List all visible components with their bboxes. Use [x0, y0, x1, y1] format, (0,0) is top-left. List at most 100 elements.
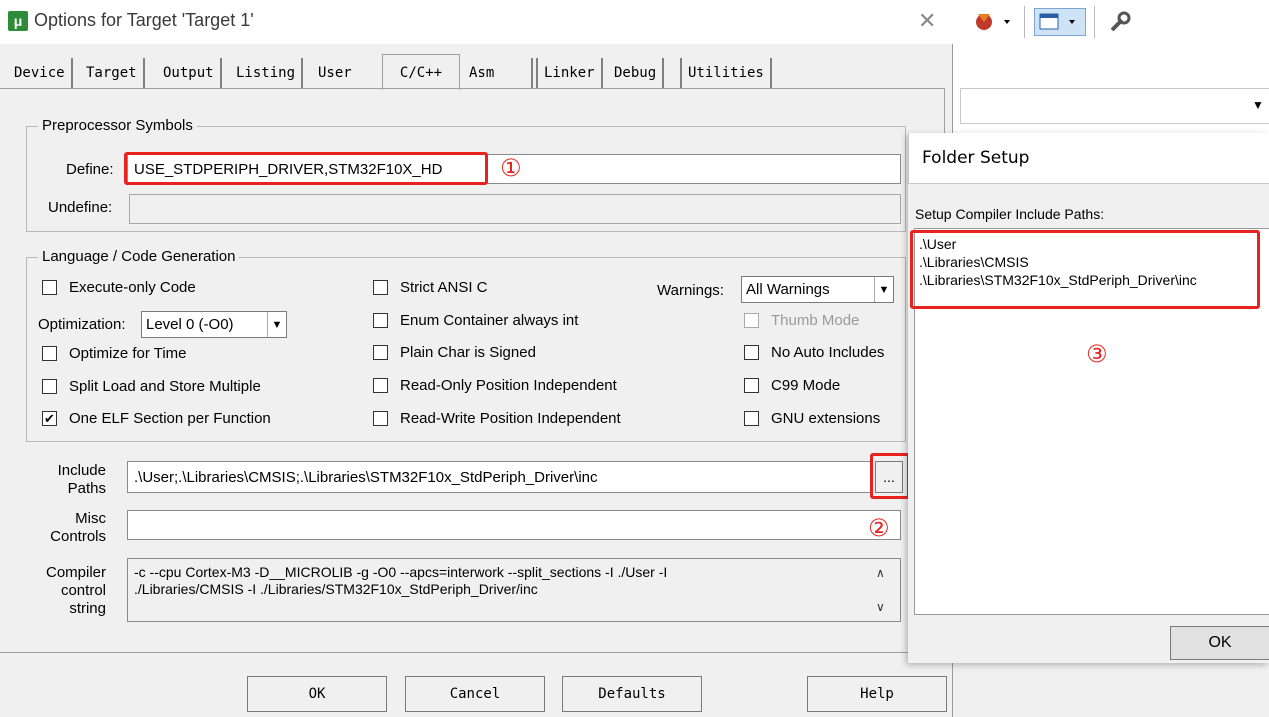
- highlight-folder-paths: [910, 230, 1260, 309]
- tab-output[interactable]: Output: [157, 58, 222, 88]
- tab-debug[interactable]: Debug: [608, 58, 665, 88]
- compiler-label-line: Compiler: [45, 564, 106, 581]
- one-elf-checkbox[interactable]: ✔ One ELF Section per Function: [42, 410, 271, 427]
- annotation-3: ③: [1086, 340, 1108, 368]
- compiler-label-line: control: [60, 582, 106, 599]
- warnings-select[interactable]: All Warnings ▼: [741, 276, 894, 303]
- checkbox-label: GNU extensions: [771, 410, 881, 427]
- checkbox-label: Enum Container always int: [400, 312, 579, 329]
- window-layout-button[interactable]: [1034, 8, 1086, 36]
- warnings-value: All Warnings: [746, 281, 830, 298]
- compiler-string-line: -c --cpu Cortex-M3 -D__MICROLIB -g -O0 -…: [134, 564, 668, 580]
- plain-char-checkbox[interactable]: Plain Char is Signed: [373, 344, 536, 361]
- manage-components-icon: [976, 14, 1010, 30]
- checkbox-label: Thumb Mode: [771, 312, 860, 329]
- chevron-down-icon: ▼: [267, 312, 286, 337]
- checkbox-label: Strict ANSI C: [400, 279, 488, 296]
- ropi-checkbox[interactable]: Read-Only Position Independent: [373, 377, 617, 394]
- compiler-label-line: string: [69, 600, 106, 617]
- execute-only-checkbox[interactable]: Execute-only Code: [42, 279, 196, 296]
- misc-controls-label: Misc Controls: [40, 510, 106, 546]
- compiler-string-line: ./Libraries/CMSIS -I ./Libraries/STM32F1…: [134, 581, 538, 597]
- tab-c-cpp[interactable]: C/C++: [382, 54, 460, 90]
- preprocessor-group-label: Preprocessor Symbols: [38, 117, 197, 134]
- codegen-group-label: Language / Code Generation: [38, 248, 240, 265]
- checkbox-box: [42, 280, 57, 295]
- highlight-define: [124, 152, 488, 185]
- optimization-label: Optimization:: [38, 316, 126, 333]
- checkbox-label: One ELF Section per Function: [69, 410, 271, 427]
- undefine-label: Undefine:: [48, 199, 113, 216]
- combo-arrow-icon: ▼: [1252, 98, 1264, 112]
- cancel-button[interactable]: Cancel: [405, 676, 545, 712]
- optimize-time-checkbox[interactable]: Optimize for Time: [42, 345, 187, 362]
- tab-linker[interactable]: Linker: [536, 58, 603, 88]
- keil-logo-icon: μ: [8, 11, 28, 31]
- checkbox-label: Split Load and Store Multiple: [69, 378, 261, 395]
- misc-label-line: Controls: [50, 528, 106, 545]
- tab-target[interactable]: Target: [80, 58, 145, 88]
- include-paths-label: Include Paths: [40, 462, 106, 498]
- checkbox-label: Optimize for Time: [69, 345, 187, 362]
- checkbox-box: [373, 411, 388, 426]
- checkbox-label: Plain Char is Signed: [400, 344, 536, 361]
- misc-label-line: Misc: [75, 510, 106, 527]
- dialog-title: Options for Target 'Target 1': [34, 10, 254, 30]
- annotation-1: ①: [500, 154, 522, 182]
- strict-ansi-checkbox[interactable]: Strict ANSI C: [373, 279, 488, 296]
- wrench-icon: [1110, 11, 1131, 32]
- checkbox-box: [373, 378, 388, 393]
- window-layout-icon: [1039, 13, 1075, 30]
- undefine-input: [129, 194, 901, 224]
- checkbox-box: [744, 313, 759, 328]
- scroll-up-icon[interactable]: ∧: [876, 566, 885, 580]
- chevron-down-icon: ▼: [874, 277, 893, 302]
- tab-listing[interactable]: Listing: [230, 58, 304, 88]
- include-label-line: Paths: [67, 480, 106, 497]
- checkbox-box: [744, 411, 759, 426]
- ide-output-area: [952, 660, 1269, 717]
- toolbar-separator: [1024, 6, 1025, 38]
- tab-device[interactable]: Device: [8, 58, 73, 88]
- include-paths-list-label: Setup Compiler Include Paths:: [915, 206, 1105, 222]
- debug-toolbar-button[interactable]: [968, 8, 1016, 36]
- c99-mode-checkbox[interactable]: C99 Mode: [744, 377, 840, 394]
- close-icon[interactable]: ✕: [918, 8, 936, 34]
- rwpi-checkbox[interactable]: Read-Write Position Independent: [373, 410, 621, 427]
- tab-asm[interactable]: Asm: [463, 58, 533, 88]
- checkbox-box: [42, 379, 57, 394]
- scroll-down-icon[interactable]: ∨: [876, 600, 885, 614]
- checkbox-label: Execute-only Code: [69, 279, 196, 296]
- optimization-value: Level 0 (-O0): [146, 316, 234, 333]
- checkbox-label: C99 Mode: [771, 377, 841, 394]
- checkbox-label: No Auto Includes: [771, 344, 885, 361]
- compiler-control-label: Compiler control string: [36, 564, 106, 618]
- configure-button[interactable]: [1100, 8, 1140, 36]
- no-auto-includes-checkbox[interactable]: No Auto Includes: [744, 344, 884, 361]
- thumb-mode-checkbox: Thumb Mode: [744, 312, 859, 329]
- tab-utilities[interactable]: Utilities: [680, 58, 772, 88]
- gnu-extensions-checkbox[interactable]: GNU extensions: [744, 410, 880, 427]
- background-combo[interactable]: [960, 88, 1269, 124]
- enum-container-checkbox[interactable]: Enum Container always int: [373, 312, 578, 329]
- tab-user[interactable]: User: [312, 58, 358, 88]
- highlight-browse: [870, 453, 910, 499]
- annotation-2: ②: [868, 514, 890, 542]
- compiler-control-string: -c --cpu Cortex-M3 -D__MICROLIB -g -O0 -…: [127, 558, 901, 622]
- checkbox-box: [373, 280, 388, 295]
- check-icon: ✔: [42, 411, 57, 426]
- ok-button[interactable]: OK: [247, 676, 387, 712]
- optimization-select[interactable]: Level 0 (-O0) ▼: [141, 311, 287, 338]
- defaults-button[interactable]: Defaults: [562, 676, 702, 712]
- misc-controls-input[interactable]: [127, 510, 901, 540]
- split-load-checkbox[interactable]: Split Load and Store Multiple: [42, 378, 261, 395]
- checkbox-box: [373, 345, 388, 360]
- checkbox-box: [744, 345, 759, 360]
- toolbar-separator: [1094, 6, 1095, 38]
- include-paths-input[interactable]: .\User;.\Libraries\CMSIS;.\Libraries\STM…: [127, 461, 871, 493]
- folder-setup-ok-button[interactable]: OK: [1170, 626, 1269, 660]
- checkbox-box: [42, 346, 57, 361]
- warnings-label: Warnings:: [657, 282, 724, 299]
- folder-setup-title: Folder Setup: [922, 148, 1030, 168]
- help-button[interactable]: Help: [807, 676, 947, 712]
